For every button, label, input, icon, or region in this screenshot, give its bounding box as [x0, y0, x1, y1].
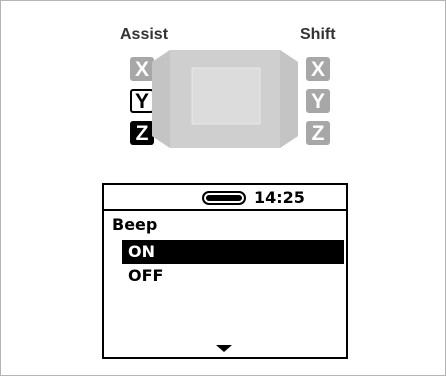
shift-z-key[interactable]: Z	[306, 121, 330, 145]
battery-icon	[202, 191, 246, 205]
display-unit-icon	[152, 50, 298, 148]
option-on[interactable]: ON	[122, 240, 344, 264]
header-divider	[104, 209, 346, 211]
clock-time: 14:25	[254, 188, 305, 207]
shift-x-key[interactable]: X	[306, 57, 330, 81]
menu-title: Beep	[112, 215, 158, 234]
display-screen: 14:25 Beep ON OFF	[102, 183, 348, 359]
assist-label: Assist	[120, 26, 169, 43]
shift-label: Shift	[300, 26, 336, 43]
option-off[interactable]: OFF	[122, 264, 344, 288]
battery-level	[206, 195, 242, 201]
shift-y-key[interactable]: Y	[306, 89, 330, 113]
triangle-down-icon	[216, 345, 232, 352]
